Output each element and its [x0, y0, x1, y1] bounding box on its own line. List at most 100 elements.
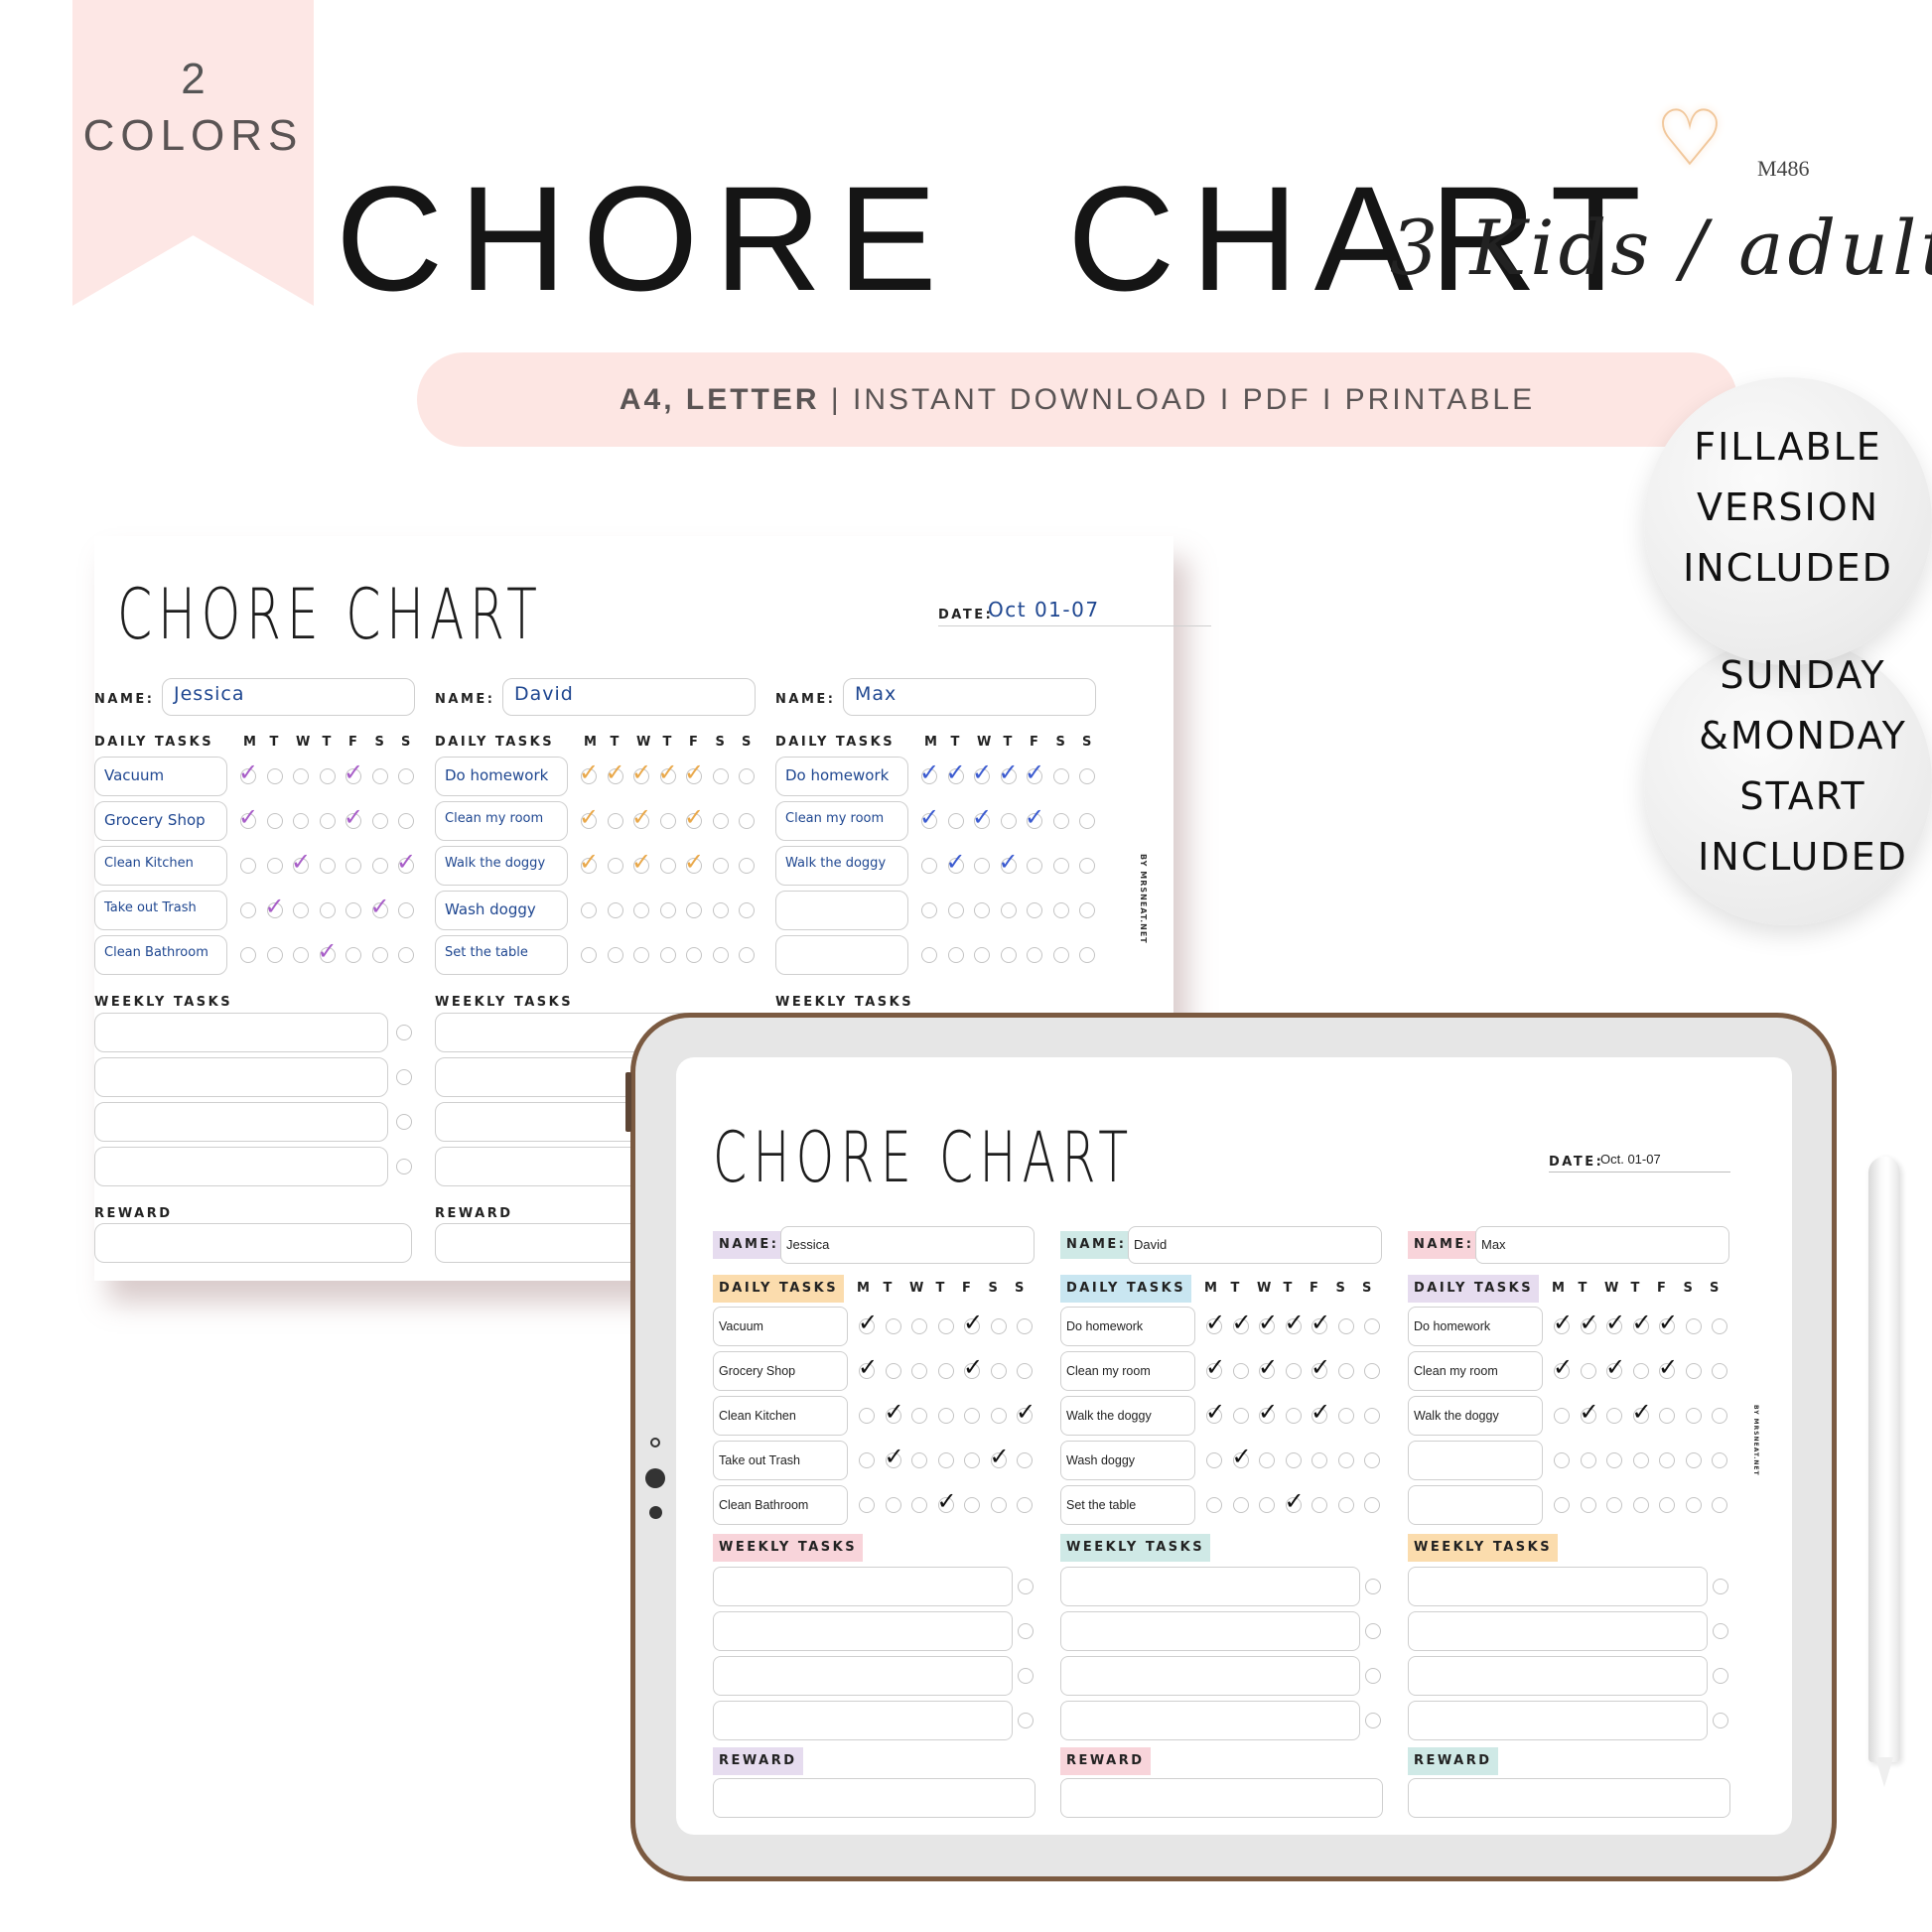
day-checkbox[interactable]	[319, 902, 336, 918]
tablet-task-field[interactable]	[1408, 1485, 1543, 1525]
day-checkbox[interactable]	[712, 902, 729, 918]
day-checkbox[interactable]	[398, 947, 414, 963]
day-checkbox[interactable]	[921, 902, 937, 918]
day-checkbox[interactable]	[240, 858, 256, 874]
day-checkbox[interactable]	[1079, 947, 1095, 963]
tablet-day-checkbox[interactable]	[1580, 1363, 1596, 1379]
day-checkbox[interactable]	[319, 813, 336, 829]
day-checkbox[interactable]	[607, 813, 623, 829]
tablet-day-checkbox[interactable]	[1554, 1497, 1570, 1513]
tablet-date-value[interactable]: Oct. 01-07	[1600, 1152, 1661, 1167]
tablet-day-checkbox[interactable]	[1659, 1408, 1675, 1424]
tablet-weekly-checkbox[interactable]	[1713, 1668, 1728, 1684]
day-checkbox[interactable]	[1079, 768, 1095, 784]
day-checkbox[interactable]	[712, 947, 729, 963]
day-checkbox[interactable]	[974, 902, 990, 918]
tablet-day-checkbox[interactable]	[859, 1452, 875, 1468]
tablet-day-checkbox[interactable]	[1337, 1408, 1354, 1424]
weekly-task-field[interactable]	[94, 1057, 388, 1097]
tablet-weekly-task-field[interactable]	[713, 1567, 1013, 1606]
tablet-day-checkbox[interactable]	[1017, 1497, 1033, 1513]
day-checkbox[interactable]	[659, 947, 676, 963]
tablet-weekly-checkbox[interactable]	[1365, 1713, 1381, 1728]
day-checkbox[interactable]	[1027, 858, 1042, 874]
task-field[interactable]	[775, 891, 908, 930]
tablet-weekly-task-field[interactable]	[1408, 1611, 1708, 1651]
day-checkbox[interactable]	[659, 858, 676, 874]
day-checkbox[interactable]	[371, 768, 388, 784]
day-checkbox[interactable]	[293, 902, 309, 918]
tablet-day-checkbox[interactable]	[1554, 1452, 1570, 1468]
tablet-day-checkbox[interactable]	[885, 1363, 901, 1379]
day-checkbox[interactable]	[240, 947, 256, 963]
tablet-weekly-checkbox[interactable]	[1018, 1668, 1034, 1684]
day-checkbox[interactable]	[266, 813, 283, 829]
tablet-reward-field[interactable]	[713, 1778, 1035, 1818]
tablet-day-checkbox[interactable]	[859, 1408, 875, 1424]
day-checkbox[interactable]	[739, 768, 755, 784]
tablet-weekly-checkbox[interactable]	[1365, 1579, 1381, 1594]
day-checkbox[interactable]	[1027, 947, 1042, 963]
tablet-name-field[interactable]	[1475, 1226, 1729, 1264]
tablet-weekly-task-field[interactable]	[1060, 1567, 1360, 1606]
tablet-day-checkbox[interactable]	[1606, 1452, 1622, 1468]
weekly-task-field[interactable]	[94, 1102, 388, 1142]
day-checkbox[interactable]	[319, 768, 336, 784]
day-checkbox[interactable]	[607, 947, 623, 963]
tablet-day-checkbox[interactable]	[1017, 1318, 1033, 1334]
tablet-day-checkbox[interactable]	[911, 1497, 927, 1513]
day-checkbox[interactable]	[633, 902, 649, 918]
day-checkbox[interactable]	[921, 858, 937, 874]
tablet-day-checkbox[interactable]	[1232, 1497, 1249, 1513]
tablet-weekly-task-field[interactable]	[713, 1611, 1013, 1651]
day-checkbox[interactable]	[1079, 858, 1095, 874]
tablet-day-checkbox[interactable]	[1337, 1318, 1354, 1334]
tablet-day-checkbox[interactable]	[937, 1452, 954, 1468]
day-checkbox[interactable]	[345, 947, 361, 963]
tablet-weekly-checkbox[interactable]	[1713, 1623, 1728, 1639]
day-checkbox[interactable]	[266, 768, 283, 784]
tablet-day-checkbox[interactable]	[1712, 1318, 1727, 1334]
weekly-checkbox[interactable]	[396, 1114, 412, 1130]
tablet-day-checkbox[interactable]	[1632, 1363, 1649, 1379]
day-checkbox[interactable]	[686, 902, 702, 918]
tablet-day-checkbox[interactable]	[1659, 1497, 1675, 1513]
day-checkbox[interactable]	[739, 902, 755, 918]
tablet-day-checkbox[interactable]	[1632, 1497, 1649, 1513]
tablet-day-checkbox[interactable]	[911, 1452, 927, 1468]
day-checkbox[interactable]	[1079, 902, 1095, 918]
weekly-task-field[interactable]	[94, 1013, 388, 1052]
tablet-weekly-checkbox[interactable]	[1018, 1623, 1034, 1639]
tablet-weekly-task-field[interactable]	[1408, 1567, 1708, 1606]
day-checkbox[interactable]	[398, 902, 414, 918]
tablet-day-checkbox[interactable]	[911, 1318, 927, 1334]
tablet-weekly-task-field[interactable]	[713, 1656, 1013, 1696]
tablet-day-checkbox[interactable]	[1712, 1363, 1727, 1379]
day-checkbox[interactable]	[947, 947, 964, 963]
day-checkbox[interactable]	[345, 858, 361, 874]
tablet-day-checkbox[interactable]	[1285, 1452, 1302, 1468]
tablet-day-checkbox[interactable]	[1206, 1452, 1222, 1468]
tablet-weekly-task-field[interactable]	[1060, 1656, 1360, 1696]
reward-field[interactable]	[94, 1223, 412, 1263]
day-checkbox[interactable]	[607, 902, 623, 918]
day-checkbox[interactable]	[581, 902, 597, 918]
day-checkbox[interactable]	[974, 947, 990, 963]
day-checkbox[interactable]	[1052, 947, 1069, 963]
day-checkbox[interactable]	[319, 858, 336, 874]
day-checkbox[interactable]	[712, 768, 729, 784]
tablet-day-checkbox[interactable]	[885, 1318, 901, 1334]
tablet-day-checkbox[interactable]	[1685, 1497, 1702, 1513]
tablet-weekly-task-field[interactable]	[1408, 1701, 1708, 1740]
tablet-weekly-checkbox[interactable]	[1365, 1668, 1381, 1684]
tablet-day-checkbox[interactable]	[1712, 1408, 1727, 1424]
day-checkbox[interactable]	[398, 768, 414, 784]
day-checkbox[interactable]	[1000, 813, 1017, 829]
tablet-weekly-checkbox[interactable]	[1713, 1579, 1728, 1594]
day-checkbox[interactable]	[686, 947, 702, 963]
tablet-day-checkbox[interactable]	[1364, 1318, 1380, 1334]
day-checkbox[interactable]	[1052, 902, 1069, 918]
day-checkbox[interactable]	[371, 947, 388, 963]
tablet-day-checkbox[interactable]	[1685, 1452, 1702, 1468]
weekly-checkbox[interactable]	[396, 1025, 412, 1040]
